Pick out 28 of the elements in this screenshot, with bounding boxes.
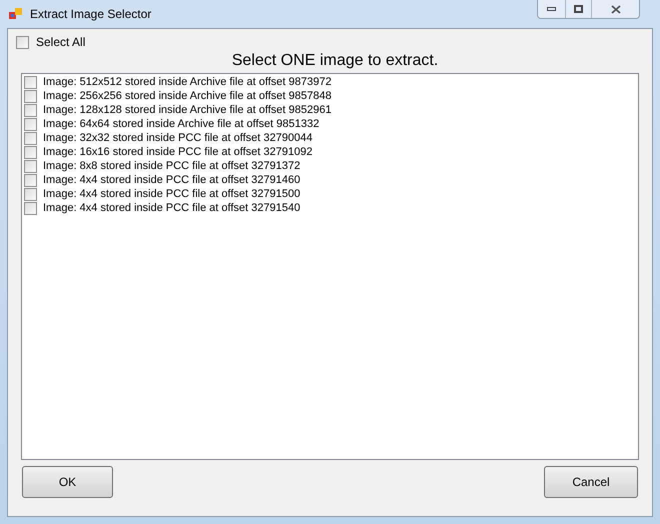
- image-list-item[interactable]: Image: 4x4 stored inside PCC file at offset 32791540: [43, 201, 300, 215]
- window-title: Extract Image Selector: [30, 6, 152, 23]
- select-all-label: Select All: [36, 34, 86, 51]
- image-list-item[interactable]: Image: 64x64 stored inside Archive file at offset 9851332: [43, 117, 320, 131]
- checkbox[interactable]: [24, 118, 37, 130]
- app-icon: [9, 7, 23, 21]
- checkbox[interactable]: [24, 104, 37, 116]
- checkbox[interactable]: [24, 188, 37, 200]
- checkbox[interactable]: [24, 160, 37, 172]
- image-list-item[interactable]: Image: 256x256 stored inside Archive file at offset 9857848: [43, 89, 332, 103]
- image-list-item[interactable]: Image: 4x4 stored inside PCC file at offset 32791460: [43, 173, 300, 187]
- checkbox[interactable]: [24, 146, 37, 158]
- image-list-item[interactable]: Image: 512x512 stored inside Archive file at offset 9873972: [43, 75, 332, 89]
- checkbox[interactable]: [24, 202, 37, 214]
- instruction-heading: Select ONE image to extract.: [230, 51, 440, 71]
- close-icon: [610, 4, 620, 14]
- image-list-item[interactable]: Image: 8x8 stored inside PCC file at offset 32791372: [43, 159, 300, 173]
- ok-button[interactable]: OK: [22, 466, 113, 498]
- checkbox[interactable]: [24, 90, 37, 102]
- image-list-item[interactable]: Image: 128x128 stored inside Archive file at offset 9852961: [43, 103, 332, 117]
- checkbox[interactable]: [24, 132, 37, 144]
- image-list-item[interactable]: Image: 32x32 stored inside PCC file at offset 32790044: [43, 131, 312, 145]
- checkbox[interactable]: [24, 76, 37, 88]
- checkbox[interactable]: [24, 174, 37, 186]
- cancel-button[interactable]: Cancel: [544, 466, 638, 498]
- image-list-item[interactable]: Image: 16x16 stored inside PCC file at offset 32791092: [43, 145, 312, 159]
- image-list-item[interactable]: Image: 4x4 stored inside PCC file at offset 32791500: [43, 187, 300, 201]
- checkbox[interactable]: [16, 36, 29, 48]
